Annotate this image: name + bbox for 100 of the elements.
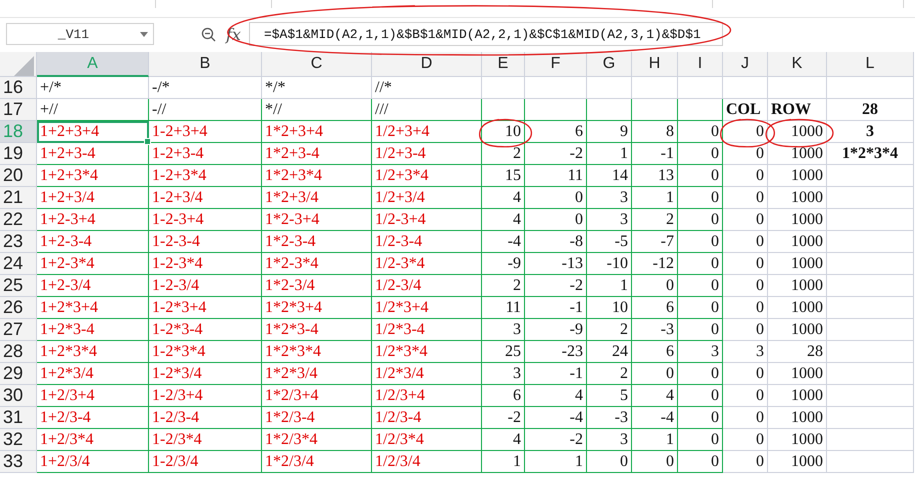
table-cell: 0: [678, 275, 723, 297]
table-cell: 1+2*3-4: [37, 319, 149, 341]
table-cell: 1+2+3+4: [37, 121, 149, 143]
table-cell: 1-2-3+4: [149, 209, 262, 231]
table-cell: *//: [262, 99, 372, 121]
column-header[interactable]: K: [768, 52, 827, 77]
table-cell: 0: [525, 209, 587, 231]
table-cell: 5: [587, 385, 632, 407]
table-cell: 1*2*3/4: [262, 363, 372, 385]
column-header[interactable]: E: [482, 52, 525, 77]
row-header[interactable]: 17: [0, 99, 37, 121]
column-header[interactable]: F: [525, 52, 587, 77]
table-cell: 0: [678, 165, 723, 187]
table-cell: 1000: [768, 165, 827, 187]
table-cell: 15: [482, 165, 525, 187]
row-header[interactable]: 20: [0, 165, 37, 187]
table-cell: 6: [632, 297, 678, 319]
table-cell: 1*2*3*4: [827, 143, 914, 165]
table-cell: 2: [482, 143, 525, 165]
table-cell: -2: [525, 429, 587, 451]
table-cell: 1/2-3+4: [372, 209, 482, 231]
table-cell: -13: [525, 253, 587, 275]
row-header[interactable]: 23: [0, 231, 37, 253]
column-header[interactable]: L: [827, 52, 914, 77]
row-header[interactable]: 28: [0, 341, 37, 363]
table-cell: 2: [632, 209, 678, 231]
table-cell: 9: [587, 121, 632, 143]
row-header[interactable]: 22: [0, 209, 37, 231]
table-cell: 0: [723, 319, 768, 341]
table-cell: +//: [37, 99, 149, 121]
row-header[interactable]: 24: [0, 253, 37, 275]
table-cell: 1/2+3-4: [372, 143, 482, 165]
row-header[interactable]: 21: [0, 187, 37, 209]
table-cell: 6: [632, 341, 678, 363]
table-cell: 4: [482, 429, 525, 451]
table-cell: -12: [632, 253, 678, 275]
fill-handle[interactable]: [144, 138, 151, 145]
table-cell: 1-2+3/4: [149, 187, 262, 209]
table-cell: 1-2*3*4: [149, 341, 262, 363]
table-cell: 1/2-3-4: [372, 231, 482, 253]
row-header[interactable]: 31: [0, 407, 37, 429]
column-header[interactable]: J: [723, 52, 768, 77]
table-cell: -2: [525, 143, 587, 165]
column-header[interactable]: G: [587, 52, 632, 77]
table-cell: -3: [587, 407, 632, 429]
table-cell: -//: [149, 99, 262, 121]
table-cell: 0: [632, 275, 678, 297]
table-cell: 0: [678, 451, 723, 473]
table-cell: 28: [827, 99, 914, 121]
table-cell: 1+2+3/4: [37, 187, 149, 209]
row-header[interactable]: 32: [0, 429, 37, 451]
row-header[interactable]: 19: [0, 143, 37, 165]
table-cell: -2: [482, 407, 525, 429]
row-header[interactable]: 26: [0, 297, 37, 319]
table-cell: 1000: [768, 429, 827, 451]
table-cell: 1+2*3+4: [37, 297, 149, 319]
table-cell: 1-2-3*4: [149, 253, 262, 275]
table-cell: 1+2/3+4: [37, 385, 149, 407]
table-cell: 1*2+3-4: [262, 143, 372, 165]
table-cell: 0: [723, 429, 768, 451]
table-cell: 1*2-3*4: [262, 253, 372, 275]
table-cell: 1/2+3+4: [372, 121, 482, 143]
column-header[interactable]: C: [262, 52, 372, 77]
name-box[interactable]: _V11: [6, 23, 154, 45]
table-cell: 1: [632, 429, 678, 451]
column-header[interactable]: D: [372, 52, 482, 77]
table-cell: -5: [587, 231, 632, 253]
table-cell: */*: [262, 77, 372, 99]
table-cell: -1: [525, 297, 587, 319]
table-cell: 1: [525, 451, 587, 473]
table-cell: 1/2/3/4: [372, 451, 482, 473]
row-header[interactable]: 33: [0, 451, 37, 473]
column-header[interactable]: I: [678, 52, 723, 77]
table-cell: 1: [632, 187, 678, 209]
table-cell: 0: [723, 143, 768, 165]
table-cell: 0: [723, 407, 768, 429]
zoom-icon[interactable]: [201, 26, 216, 42]
row-header[interactable]: 29: [0, 363, 37, 385]
table-cell: 13: [632, 165, 678, 187]
row-header[interactable]: 27: [0, 319, 37, 341]
select-all-icon[interactable]: [12, 54, 34, 76]
row-header[interactable]: 16: [0, 77, 37, 99]
table-cell: 0: [678, 429, 723, 451]
table-cell: -4: [525, 407, 587, 429]
column-header[interactable]: H: [632, 52, 678, 77]
table-cell: 3: [678, 341, 723, 363]
row-header[interactable]: 30: [0, 385, 37, 407]
table-cell: 0: [525, 187, 587, 209]
table-cell: 0: [723, 165, 768, 187]
formula-field[interactable]: =$A$1&MID(A2,1,1)&$B$1&MID(A2,2,1)&$C$1&MID(A2,3,1)&$D$1: [248, 22, 723, 46]
column-header[interactable]: B: [149, 52, 262, 77]
table-cell: 10: [482, 121, 525, 143]
table-cell: 1+2-3+4: [37, 209, 149, 231]
table-cell: -9: [482, 253, 525, 275]
table-cell: 1-2-3-4: [149, 231, 262, 253]
table-cell: -23: [525, 341, 587, 363]
table-cell: 1+2/3-4: [37, 407, 149, 429]
table-cell: 1/2/3-4: [372, 407, 482, 429]
table-cell: 1000: [768, 363, 827, 385]
row-header[interactable]: 25: [0, 275, 37, 297]
